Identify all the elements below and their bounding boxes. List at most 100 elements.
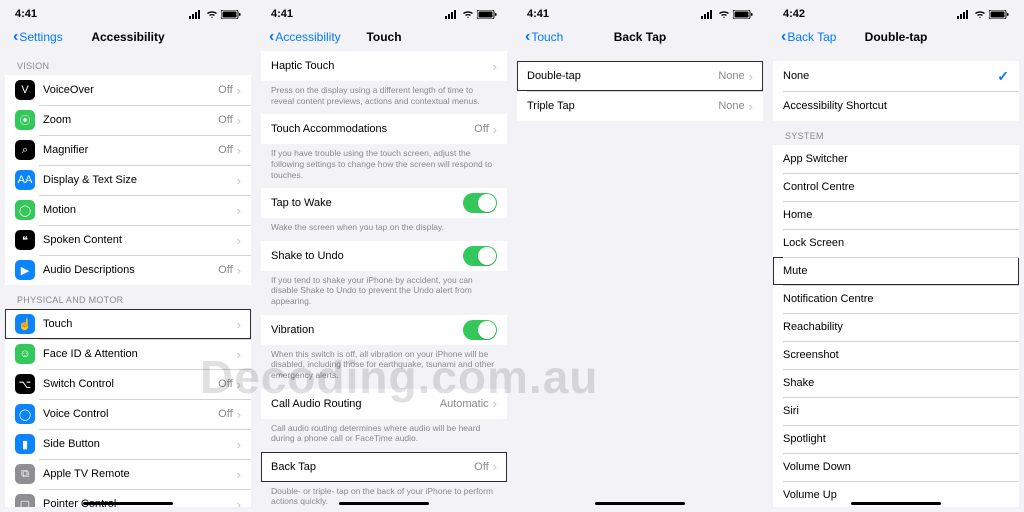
home-indicator <box>339 502 429 505</box>
list-item[interactable]: Vibration <box>261 315 507 345</box>
list-item[interactable]: ◯ Voice Control Off › <box>5 399 251 429</box>
list-item[interactable]: Back TapOff› <box>261 452 507 482</box>
row-label: Lock Screen <box>783 237 1009 249</box>
row-label: Motion <box>43 204 237 216</box>
status-time: 4:41 <box>527 8 549 20</box>
list-item[interactable]: Siri <box>773 397 1019 425</box>
list-item[interactable]: Tap to Wake <box>261 188 507 218</box>
list-item[interactable]: Mute <box>773 257 1019 285</box>
back-button[interactable]: ‹Settings <box>13 29 63 45</box>
chevron-right-icon: › <box>237 407 241 422</box>
list-item[interactable]: ▮ Side Button › <box>5 429 251 459</box>
list-item[interactable]: Call Audio RoutingAutomatic› <box>261 389 507 419</box>
row-label: Switch Control <box>43 378 218 390</box>
toggle-switch[interactable] <box>463 193 497 213</box>
list-item[interactable]: ⌥ Switch Control Off › <box>5 369 251 399</box>
row-icon: ☺ <box>15 344 35 364</box>
row-label: Shake <box>783 377 1009 389</box>
list-item[interactable]: Control Centre <box>773 173 1019 201</box>
chevron-right-icon: › <box>493 396 497 411</box>
home-indicator <box>83 502 173 505</box>
battery-icon <box>477 10 497 19</box>
row-label: Tap to Wake <box>271 197 463 209</box>
row-icon: ⌥ <box>15 374 35 394</box>
list-item[interactable]: Triple Tap None › <box>517 91 763 121</box>
checkmark-icon: ✓ <box>997 68 1009 85</box>
list-item[interactable]: ☝ Touch › <box>5 309 251 339</box>
list-item[interactable]: Home <box>773 201 1019 229</box>
chevron-right-icon: › <box>237 467 241 482</box>
section-header: PHYSICAL AND MOTOR <box>5 285 251 309</box>
toggle-switch[interactable] <box>463 320 497 340</box>
row-label: Shake to Undo <box>271 250 463 262</box>
row-icon: ⦿ <box>15 110 35 130</box>
back-button[interactable]: ‹Touch <box>525 29 563 45</box>
chevron-left-icon: ‹ <box>13 29 18 45</box>
row-value: Off <box>218 408 232 420</box>
list-item[interactable]: V VoiceOver Off › <box>5 75 251 105</box>
wifi-icon <box>718 10 730 19</box>
chevron-right-icon: › <box>237 143 241 158</box>
list-item[interactable]: ⧉ Apple TV Remote › <box>5 459 251 489</box>
list-item[interactable]: Shake <box>773 369 1019 397</box>
list-item[interactable]: Reachability <box>773 313 1019 341</box>
row-label: Double-tap <box>527 70 718 82</box>
list-item[interactable]: ⌕ Magnifier Off › <box>5 135 251 165</box>
row-label: VoiceOver <box>43 84 218 96</box>
row-label: Reachability <box>783 321 1009 333</box>
nav-bar: ‹Touch Back Tap <box>517 23 763 51</box>
back-button[interactable]: ‹Back Tap <box>781 29 836 45</box>
row-icon: ◯ <box>15 404 35 424</box>
list-item[interactable]: Notification Centre <box>773 285 1019 313</box>
row-label: Back Tap <box>271 461 474 473</box>
list-item[interactable]: Accessibility Shortcut <box>773 91 1019 121</box>
list-item[interactable]: Volume Down <box>773 453 1019 481</box>
wifi-icon <box>206 10 218 19</box>
list-item[interactable]: Shake to Undo <box>261 241 507 271</box>
list-item[interactable]: ⦿ Zoom Off › <box>5 105 251 135</box>
chevron-right-icon: › <box>493 459 497 474</box>
list-item[interactable]: ▶ Audio Descriptions Off › <box>5 255 251 285</box>
list-item[interactable]: App Switcher <box>773 145 1019 173</box>
chevron-left-icon: ‹ <box>269 29 274 45</box>
list-item[interactable]: Spotlight <box>773 425 1019 453</box>
row-footer: Wake the screen when you tap on the disp… <box>261 218 507 241</box>
chevron-right-icon: › <box>749 99 753 114</box>
signal-icon <box>445 10 459 19</box>
row-value: Off <box>218 84 232 96</box>
signal-icon <box>701 10 715 19</box>
row-value: None <box>718 100 744 112</box>
row-label: None <box>783 70 997 82</box>
list-item[interactable]: Haptic Touch› <box>261 51 507 81</box>
row-value: Off <box>218 378 232 390</box>
back-button[interactable]: ‹Accessibility <box>269 29 341 45</box>
list-item[interactable]: ❝ Spoken Content › <box>5 225 251 255</box>
chevron-right-icon: › <box>237 203 241 218</box>
row-value: Off <box>218 114 232 126</box>
row-label: Siri <box>783 405 1009 417</box>
list-item[interactable]: ◯ Motion › <box>5 195 251 225</box>
row-label: Spotlight <box>783 433 1009 445</box>
list-item[interactable]: ☺ Face ID & Attention › <box>5 339 251 369</box>
list-item[interactable]: Screenshot <box>773 341 1019 369</box>
chevron-right-icon: › <box>237 173 241 188</box>
list-item[interactable]: Lock Screen <box>773 229 1019 257</box>
toggle-switch[interactable] <box>463 246 497 266</box>
status-bar: 4:41 <box>261 5 507 23</box>
list-item[interactable]: Touch AccommodationsOff› <box>261 114 507 144</box>
list-item[interactable]: AA Display & Text Size › <box>5 165 251 195</box>
row-label: Volume Up <box>783 489 1009 501</box>
list-item[interactable]: None ✓ <box>773 61 1019 91</box>
row-icon: AA <box>15 170 35 190</box>
row-icon: ▶ <box>15 260 35 280</box>
chevron-right-icon: › <box>237 83 241 98</box>
list-item[interactable]: Double-tap None › <box>517 61 763 91</box>
home-indicator <box>595 502 685 505</box>
row-label: Control Centre <box>783 181 1009 193</box>
status-bar: 4:41 <box>5 5 251 23</box>
signal-icon <box>189 10 203 19</box>
row-label: Spoken Content <box>43 234 237 246</box>
row-icon: ⌕ <box>15 140 35 160</box>
chevron-left-icon: ‹ <box>781 29 786 45</box>
status-time: 4:41 <box>15 8 37 20</box>
